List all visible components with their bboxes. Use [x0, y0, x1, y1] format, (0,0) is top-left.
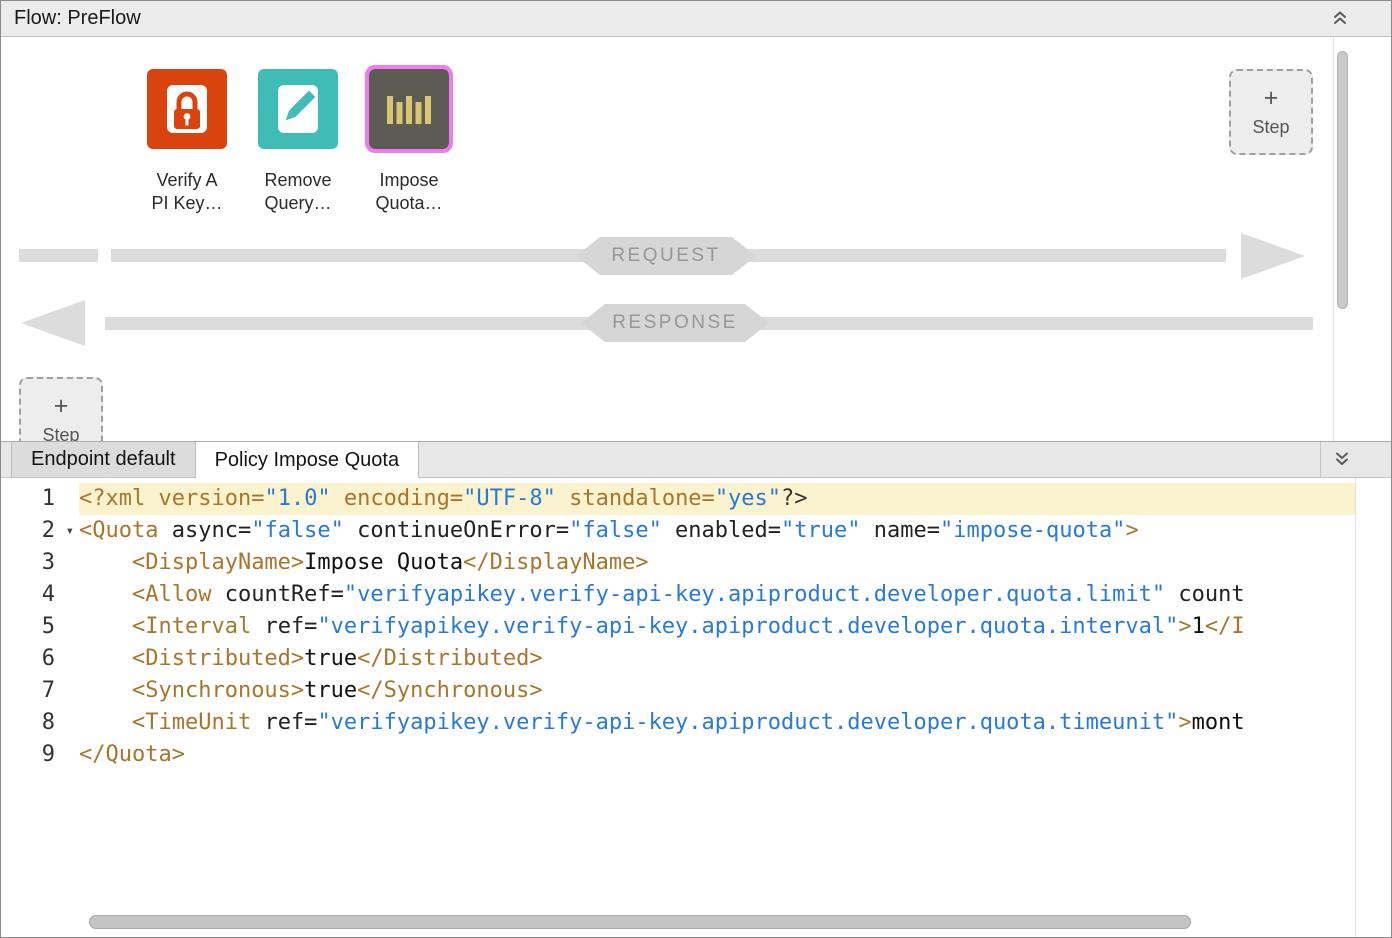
- request-line-start: [19, 249, 98, 262]
- code-lines: 1<?xml version="1.0" encoding="UTF-8" st…: [1, 478, 1391, 771]
- editor-tabbar: Endpoint defaultPolicy Impose Quota: [1, 441, 1391, 478]
- request-arrow-icon: [1241, 233, 1305, 279]
- line-number: 4: [1, 579, 79, 611]
- line-number: 8: [1, 707, 79, 739]
- collapse-flow-button[interactable]: [1329, 9, 1351, 29]
- editor-vscrollbar-track: [1355, 478, 1391, 937]
- tabbar-right: [1320, 442, 1363, 477]
- line-number: 6: [1, 643, 79, 675]
- policy-label: Verify API Key…: [151, 169, 222, 215]
- flow-panel: Flow: PreFlow Verify API Key… RemoveQuery…: [1, 1, 1391, 441]
- pencil-icon: [258, 69, 338, 149]
- fold-arrow-icon[interactable]: ▾: [66, 515, 74, 547]
- policy-impose-quota[interactable]: ImposeQuota…: [366, 69, 452, 215]
- flow-scrollbar-thumb[interactable]: [1337, 51, 1348, 309]
- line-number: 9: [1, 739, 79, 771]
- code-text[interactable]: <?xml version="1.0" encoding="UTF-8" sta…: [79, 483, 1391, 515]
- code-text[interactable]: <Interval ref="verifyapikey.verify-api-k…: [79, 611, 1391, 643]
- line-number: 5: [1, 611, 79, 643]
- plus-icon: +: [1264, 86, 1279, 110]
- response-arrow-icon: [21, 300, 85, 346]
- add-step-button-bottom[interactable]: + Step: [19, 377, 103, 441]
- flow-scrollbar: [1333, 37, 1352, 441]
- chevron-double-up-icon: [1332, 9, 1348, 29]
- tab-endpoint-default[interactable]: Endpoint default: [11, 442, 196, 477]
- code-line-9: 9</Quota>: [1, 739, 1391, 771]
- chevron-double-down-icon: [1334, 450, 1350, 470]
- code-text[interactable]: <Allow countRef="verifyapikey.verify-api…: [79, 579, 1391, 611]
- code-line-7: 7 <Synchronous>true</Synchronous>: [1, 675, 1391, 707]
- code-text[interactable]: <Distributed>true</Distributed>: [79, 643, 1391, 675]
- policy-label: ImposeQuota…: [375, 169, 442, 215]
- code-line-8: 8 <TimeUnit ref="verifyapikey.verify-api…: [1, 707, 1391, 739]
- code-text[interactable]: </Quota>: [79, 739, 1391, 771]
- line-number: 7: [1, 675, 79, 707]
- code-editor[interactable]: 1<?xml version="1.0" encoding="UTF-8" st…: [1, 478, 1391, 937]
- policy-list: Verify API Key… RemoveQuery… ImposeQuota…: [144, 69, 452, 215]
- code-text[interactable]: <TimeUnit ref="verifyapikey.verify-api-k…: [79, 707, 1391, 739]
- editor-hscrollbar-thumb[interactable]: [89, 915, 1191, 929]
- code-text[interactable]: <Quota async="false" continueOnError="fa…: [79, 515, 1391, 547]
- code-line-5: 5 <Interval ref="verifyapikey.verify-api…: [1, 611, 1391, 643]
- flow-canvas: Verify API Key…RemoveQuery…ImposeQuota… …: [1, 37, 1391, 441]
- policy-label: RemoveQuery…: [264, 169, 331, 215]
- line-number: 1: [1, 483, 79, 515]
- flow-title: Flow: PreFlow: [14, 7, 141, 30]
- code-text[interactable]: <DisplayName>Impose Quota</DisplayName>: [79, 547, 1391, 579]
- code-line-6: 6 <Distributed>true</Distributed>: [1, 643, 1391, 675]
- line-number: 2▾: [1, 515, 79, 547]
- request-badge: REQUEST: [576, 237, 756, 275]
- code-line-2: 2▾<Quota async="false" continueOnError="…: [1, 515, 1391, 547]
- add-step-button-top[interactable]: + Step: [1229, 69, 1313, 155]
- flow-header: Flow: PreFlow: [1, 1, 1391, 37]
- line-number: 3: [1, 547, 79, 579]
- code-text[interactable]: <Synchronous>true</Synchronous>: [79, 675, 1391, 707]
- collapse-editor-button[interactable]: [1331, 450, 1353, 470]
- tab-list: Endpoint defaultPolicy Impose Quota: [11, 442, 419, 477]
- policy-remove-query[interactable]: RemoveQuery…: [255, 69, 341, 215]
- response-badge: RESPONSE: [581, 304, 769, 342]
- apigee-flow-editor: Flow: PreFlow Verify API Key… RemoveQuery…: [0, 0, 1392, 938]
- tab-policy-impose-quota[interactable]: Policy Impose Quota: [196, 442, 420, 478]
- policy-verify-api-key[interactable]: Verify API Key…: [144, 69, 230, 215]
- plus-icon: +: [54, 394, 69, 418]
- lock-icon: [147, 69, 227, 149]
- quota-bars-icon: [369, 69, 449, 149]
- code-line-1: 1<?xml version="1.0" encoding="UTF-8" st…: [1, 483, 1391, 515]
- code-line-3: 3 <DisplayName>Impose Quota</DisplayName…: [1, 547, 1391, 579]
- code-line-4: 4 <Allow countRef="verifyapikey.verify-a…: [1, 579, 1391, 611]
- editor-panel: Endpoint defaultPolicy Impose Quota 1<?x…: [1, 441, 1391, 937]
